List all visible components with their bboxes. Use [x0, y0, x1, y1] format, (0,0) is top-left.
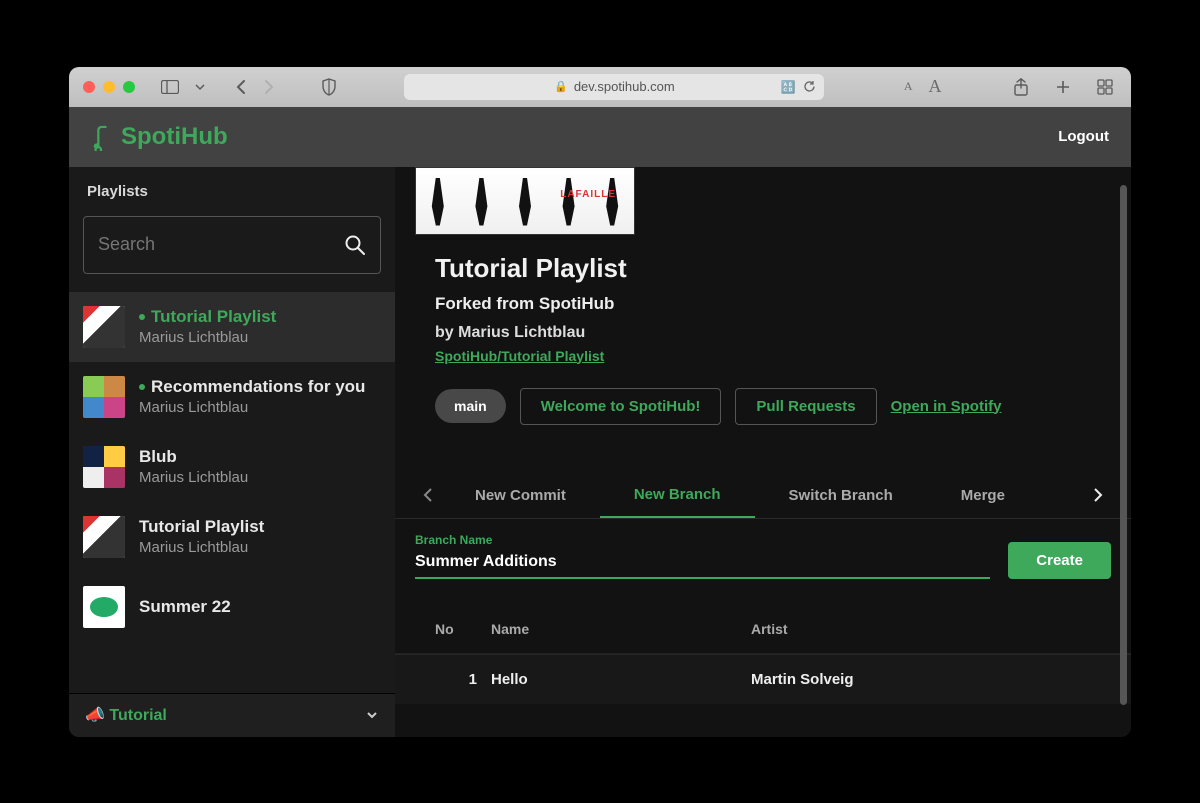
app-body: Playlists Tutorial Playlist Marius Licht…: [69, 167, 1131, 737]
cell-name: Hello: [491, 671, 751, 688]
playlist-list: Tutorial Playlist Marius Lichtblau Recom…: [69, 292, 395, 693]
welcome-button[interactable]: Welcome to SpotiHub!: [520, 388, 722, 425]
new-tab-icon[interactable]: [1051, 79, 1075, 95]
playlist-item[interactable]: Recommendations for you Marius Lichtblau: [69, 362, 395, 432]
playlist-owner: Marius Lichtblau: [139, 329, 276, 346]
main-content: LAFAILLE Tutorial Playlist Forked from S…: [395, 167, 1131, 737]
brand-logo-icon: [91, 123, 113, 151]
action-row: main Welcome to SpotiHub! Pull Requests …: [395, 366, 1131, 425]
search-icon: [344, 234, 366, 256]
logout-link[interactable]: Logout: [1058, 128, 1109, 145]
shield-icon[interactable]: [317, 78, 341, 96]
sidebar: Playlists Tutorial Playlist Marius Licht…: [69, 167, 395, 737]
playlist-thumb: [83, 306, 125, 348]
branch-form: Branch Name Create: [395, 519, 1131, 579]
playlist-item[interactable]: Blub Marius Lichtblau: [69, 432, 395, 502]
url-text: dev.spotihub.com: [574, 79, 675, 94]
maximize-window-button[interactable]: [123, 81, 135, 93]
branch-name-label: Branch Name: [415, 533, 990, 547]
playlist-title: Tutorial Playlist: [139, 307, 276, 327]
chevron-down-icon: [365, 708, 379, 722]
footer-label: Tutorial: [109, 707, 166, 724]
playlist-item[interactable]: Tutorial Playlist Marius Lichtblau: [69, 292, 395, 362]
table-header: No Name Artist: [395, 605, 1131, 654]
col-no: No: [435, 621, 491, 637]
megaphone-icon: 📣: [85, 707, 105, 724]
forward-button[interactable]: [259, 79, 279, 95]
branch-pill[interactable]: main: [435, 389, 506, 423]
tab-new-commit[interactable]: New Commit: [441, 472, 600, 518]
source-path-link[interactable]: SpotiHub/Tutorial Playlist: [435, 348, 604, 364]
tabs-scroll-right[interactable]: [1085, 487, 1111, 503]
branch-name-input[interactable]: [415, 549, 990, 579]
close-window-button[interactable]: [83, 81, 95, 93]
create-branch-button[interactable]: Create: [1008, 542, 1111, 579]
playlist-title: Tutorial Playlist: [139, 517, 264, 537]
share-icon[interactable]: [1009, 78, 1033, 96]
tab-merge[interactable]: Merge: [927, 472, 1015, 518]
titlebar: 🔒 dev.spotihub.com 🔠 A A: [69, 67, 1131, 107]
reload-icon[interactable]: [803, 80, 816, 93]
reader-large-icon[interactable]: A: [925, 76, 946, 97]
playlist-thumb: [83, 516, 125, 558]
cell-no: 1: [435, 671, 491, 688]
cover-label: LAFAILLE: [560, 189, 616, 200]
translate-icon[interactable]: 🔠: [780, 80, 795, 94]
browser-window: 🔒 dev.spotihub.com 🔠 A A: [69, 67, 1131, 737]
playlist-owner: Marius Lichtblau: [139, 399, 365, 416]
playlist-title: Summer 22: [139, 597, 231, 617]
tab-strip: New Commit New Branch Switch Branch Merg…: [395, 473, 1131, 519]
cell-artist: Martin Solveig: [751, 671, 1091, 688]
open-in-spotify-link[interactable]: Open in Spotify: [891, 398, 1002, 415]
playlist-thumb: [83, 446, 125, 488]
playlist-owner: Marius Lichtblau: [139, 539, 264, 556]
sidebar-toggle-icon[interactable]: [157, 80, 183, 94]
col-name: Name: [491, 621, 751, 637]
brand[interactable]: SpotiHub: [91, 123, 228, 151]
sidebar-footer[interactable]: 📣 Tutorial: [69, 693, 395, 737]
col-artist: Artist: [751, 621, 1091, 637]
playlist-owner: Marius Lichtblau: [139, 469, 248, 486]
by-author: by Marius Lichtblau: [435, 324, 1109, 342]
table-row[interactable]: 1 Hello Martin Solveig: [395, 654, 1131, 704]
lock-icon: 🔒: [554, 80, 568, 93]
tracks-table: No Name Artist 1 Hello Martin Solveig: [395, 605, 1131, 704]
brand-text: SpotiHub: [121, 123, 228, 151]
pull-requests-button[interactable]: Pull Requests: [735, 388, 876, 425]
minimize-window-button[interactable]: [103, 81, 115, 93]
playlist-thumb: [83, 586, 125, 628]
playlist-title: Recommendations for you: [139, 377, 365, 397]
sidebar-heading: Playlists: [69, 167, 395, 212]
tabs-scroll-left[interactable]: [415, 487, 441, 503]
forked-from: Forked from SpotiHub: [435, 294, 1109, 314]
tab-switch-branch[interactable]: Switch Branch: [755, 472, 927, 518]
playlist-thumb: [83, 376, 125, 418]
tab-new-branch[interactable]: New Branch: [600, 472, 755, 518]
search-box[interactable]: [83, 216, 381, 274]
playlist-cover: LAFAILLE: [415, 167, 635, 235]
playlist-item[interactable]: Tutorial Playlist Marius Lichtblau: [69, 502, 395, 572]
scrollbar[interactable]: [1120, 185, 1127, 705]
address-bar[interactable]: 🔒 dev.spotihub.com 🔠: [404, 74, 824, 100]
tab-group-dropdown-icon[interactable]: [191, 82, 209, 92]
tabs-overview-icon[interactable]: [1093, 79, 1117, 95]
reader-small-icon[interactable]: A: [900, 79, 917, 94]
app-header: SpotiHub Logout: [69, 107, 1131, 167]
page-title: Tutorial Playlist: [435, 253, 1109, 284]
playlist-item[interactable]: Summer 22: [69, 572, 395, 642]
traffic-lights: [83, 81, 135, 93]
back-button[interactable]: [231, 79, 251, 95]
playlist-title: Blub: [139, 447, 248, 467]
search-input[interactable]: [98, 234, 312, 255]
